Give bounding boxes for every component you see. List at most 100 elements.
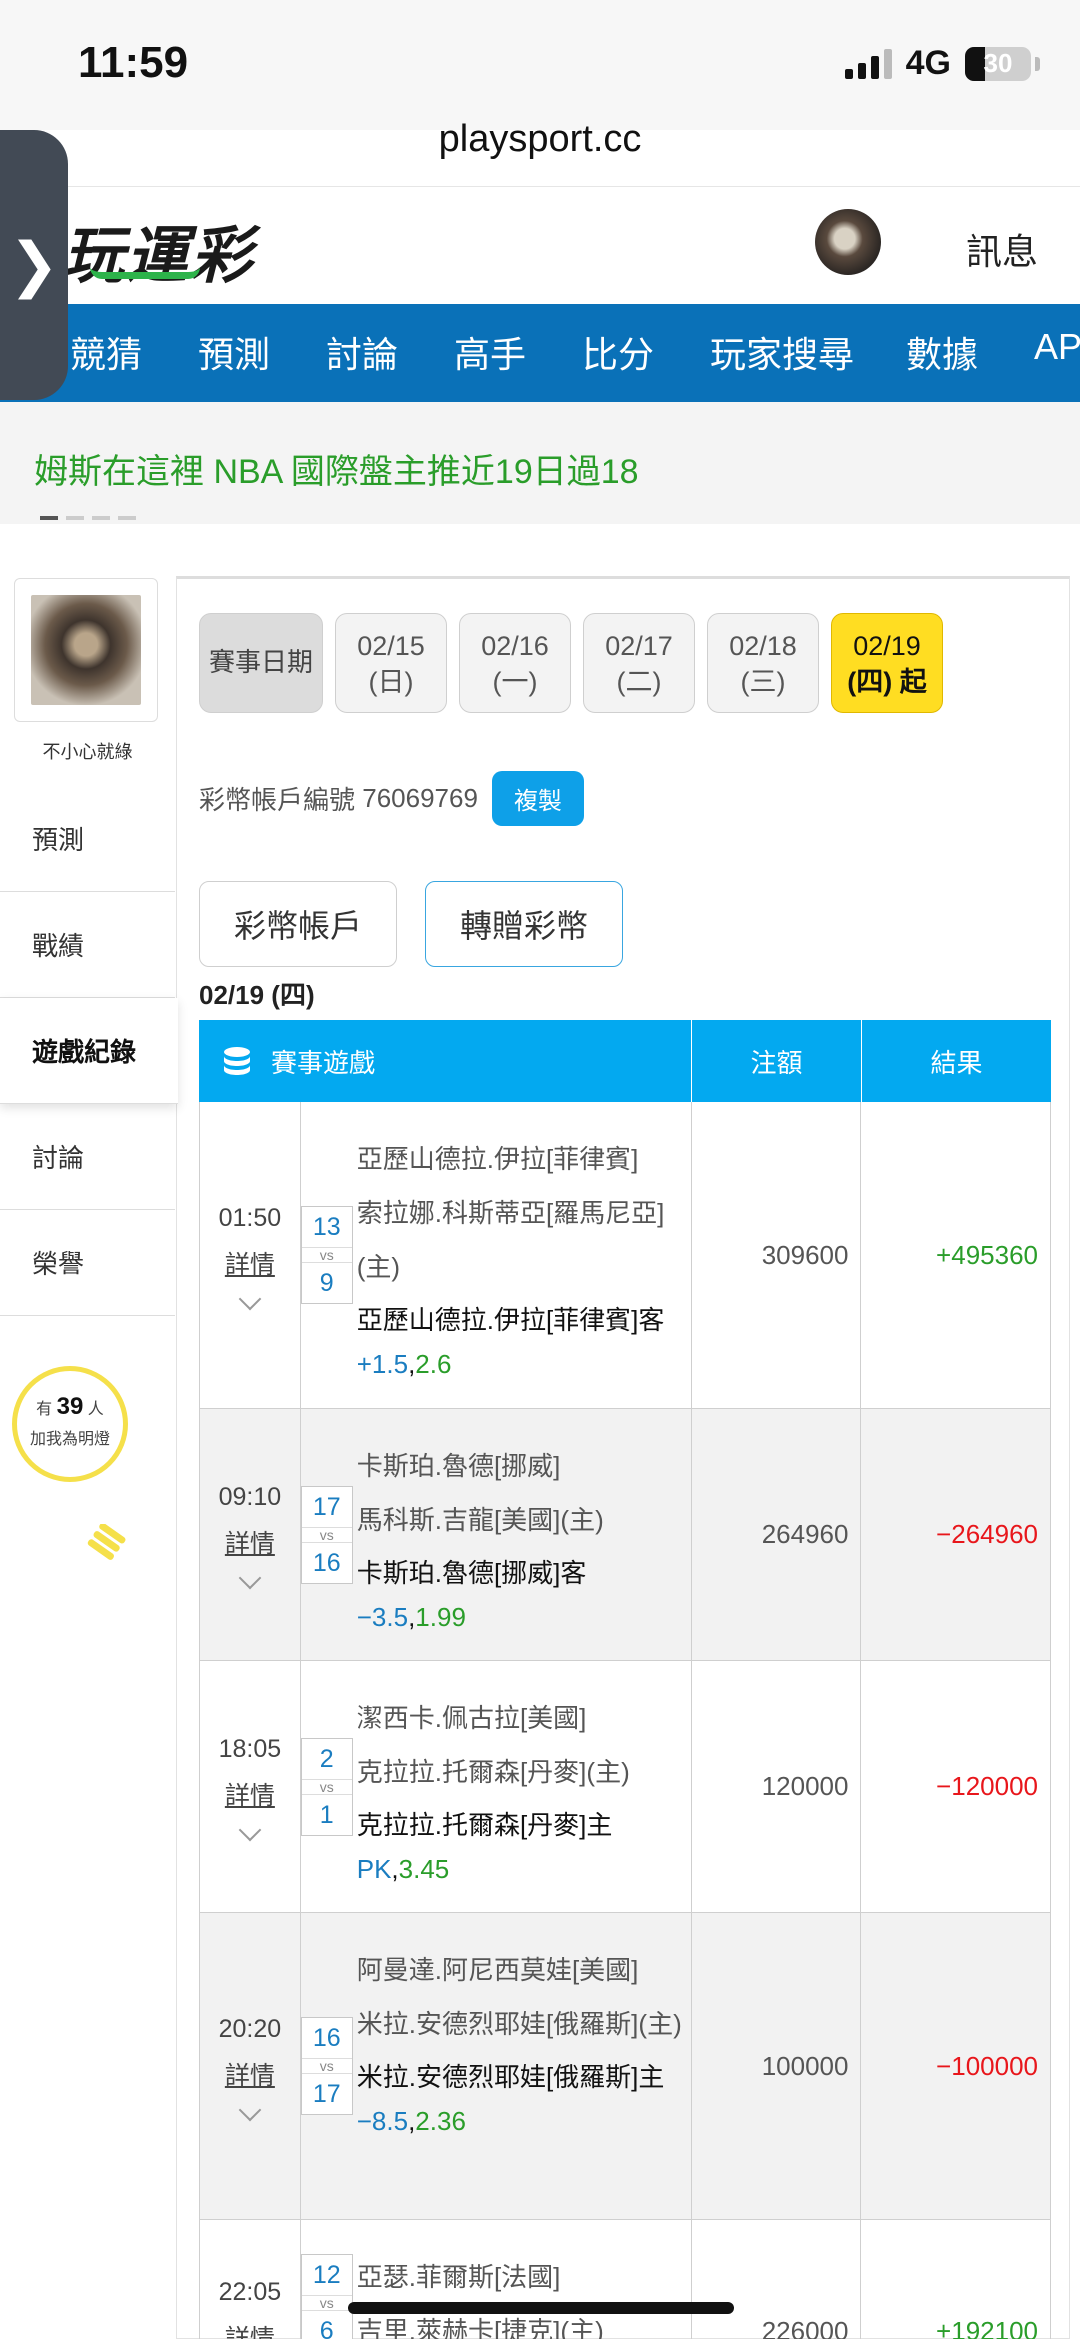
pick-team: 亞歷山德拉.伊拉[菲律賓]客 bbox=[356, 1305, 665, 1335]
vs-label: vs bbox=[301, 1526, 352, 1543]
team-home: 索拉娜.科斯蒂亞[羅馬尼亞](主) bbox=[356, 1198, 665, 1282]
score-box: 12 vs 6 bbox=[300, 2254, 353, 2339]
site-header: 玩運彩 訊息 bbox=[0, 186, 1080, 304]
date-day: (二) bbox=[616, 667, 662, 697]
score-a: 16 bbox=[312, 2024, 341, 2052]
chevron-down-icon[interactable] bbox=[238, 1287, 262, 1310]
pick-odds: 2.36 bbox=[415, 2106, 466, 2136]
home-indicator[interactable] bbox=[348, 2302, 734, 2314]
detail-link[interactable]: 詳情 bbox=[225, 2319, 275, 2339]
copy-button[interactable]: 複製 bbox=[491, 771, 584, 826]
date-selector: 賽事日期 02/15 (日) 02/16 (一) 02/17 (二) 02/18 (三)… bbox=[199, 613, 943, 713]
match-time-cell: 18:05 詳情 bbox=[200, 1661, 301, 1912]
date-day: (三) bbox=[740, 667, 786, 697]
nav-item-experts[interactable]: 高手 bbox=[454, 326, 526, 378]
bet-result: −120000 bbox=[936, 1771, 1038, 1801]
bet-result: +495360 bbox=[936, 1239, 1038, 1270]
battery-tip bbox=[1035, 56, 1040, 71]
side-panel-toggle[interactable]: ❯ bbox=[0, 130, 68, 400]
team-home: 克拉拉.托爾森[丹麥](主) bbox=[356, 1757, 630, 1787]
date-button-selected[interactable]: 02/19 (四) 起 bbox=[831, 613, 943, 713]
status-time: 11:59 bbox=[78, 38, 189, 87]
bulb-prefix: 有 bbox=[36, 1401, 53, 1418]
transfer-coins-button[interactable]: 轉贈彩幣 bbox=[425, 881, 624, 967]
table-row: 20:20 詳情 16 vs 17 阿曼達.阿尼西莫娃[美國] 米拉.安德烈耶娃… bbox=[199, 1913, 1051, 2220]
bet-amount: 264960 bbox=[692, 1409, 862, 1660]
score-box: 13 vs 9 bbox=[300, 1206, 353, 1304]
vs-label: vs bbox=[301, 1247, 352, 1263]
chevron-down-icon[interactable] bbox=[238, 1818, 262, 1842]
score-a: 2 bbox=[319, 1744, 334, 1773]
sidebar: 不小心就綠 預測 戰績 遊戲紀錄 討論 榮譽 有 39 人 加我為明燈 bbox=[0, 524, 178, 2339]
lightbulb-icon bbox=[87, 1524, 126, 1560]
site-logo[interactable]: 玩運彩 bbox=[62, 205, 254, 295]
table-header: 賽事遊戲 注額 結果 bbox=[199, 1020, 1051, 1102]
chevron-down-icon[interactable] bbox=[238, 2098, 262, 2121]
main-nav: 競猜 預測 討論 高手 比分 玩家搜尋 數據 AP bbox=[0, 304, 1080, 402]
pick-team: 克拉拉.托爾森[丹麥]主 bbox=[356, 1810, 613, 1840]
date-value: 02/19 bbox=[853, 631, 921, 661]
detail-link[interactable]: 詳情 bbox=[225, 1245, 275, 1281]
date-button[interactable]: 02/17 (二) bbox=[583, 613, 695, 713]
detail-link[interactable]: 詳情 bbox=[225, 2056, 275, 2092]
sidebar-item-discuss[interactable]: 討論 bbox=[0, 1104, 175, 1210]
game-table: 賽事遊戲 注額 結果 01:50 詳情 13 vs 9 亞歷山德拉.伊拉[菲律賓… bbox=[199, 1020, 1051, 2339]
date-value: 02/15 bbox=[357, 631, 425, 661]
bet-result: +192100 bbox=[936, 2316, 1038, 2339]
battery-level: 30 bbox=[983, 48, 1013, 78]
score-b: 16 bbox=[312, 1548, 341, 1577]
score-cell: 17 vs 16 bbox=[300, 1409, 353, 1660]
coin-account-button[interactable]: 彩幣帳戶 bbox=[199, 881, 398, 967]
signal-icon bbox=[844, 48, 892, 79]
table-row: 22:05 詳情 12 vs 6 亞瑟.菲爾斯[法國] 吉里.萊赫卡[捷克](主… bbox=[199, 2220, 1051, 2339]
team-home: 米拉.安德烈耶娃[俄羅斯](主) bbox=[356, 2009, 682, 2039]
detail-link[interactable]: 詳情 bbox=[225, 1776, 275, 1812]
score-b: 17 bbox=[312, 2080, 341, 2108]
date-day: (一) bbox=[492, 667, 538, 697]
date-button[interactable]: 02/18 (三) bbox=[707, 613, 819, 713]
team-away: 卡斯珀.魯德[挪威] bbox=[356, 1451, 561, 1481]
chevron-right-icon: ❯ bbox=[8, 231, 60, 298]
pick-team: 卡斯珀.魯德[挪威]客 bbox=[356, 1558, 587, 1588]
table-row: 01:50 詳情 13 vs 9 亞歷山德拉.伊拉[菲律賓] 索拉娜.科斯蒂亞[… bbox=[199, 1102, 1051, 1409]
nav-item-predict[interactable]: 預測 bbox=[198, 326, 270, 378]
score-a: 12 bbox=[312, 2261, 341, 2289]
account-tabs: 彩幣帳戶 轉贈彩幣 bbox=[199, 881, 624, 967]
th-result: 結果 bbox=[930, 1047, 983, 1078]
network-label: 4G bbox=[905, 44, 951, 82]
table-row: 18:05 詳情 2 vs 1 潔西卡.佩古拉[美國] 克拉拉.托爾森[丹麥](… bbox=[199, 1661, 1051, 1913]
sidebar-item-game-log[interactable]: 遊戲紀錄 bbox=[0, 998, 178, 1104]
detail-link[interactable]: 詳情 bbox=[225, 1524, 275, 1560]
nav-item-app[interactable]: AP bbox=[1034, 326, 1080, 368]
sidebar-item-honors[interactable]: 榮譽 bbox=[0, 1210, 175, 1316]
bet-pick: 米拉.安德烈耶娃[俄羅斯]主−8.5,2.36 bbox=[357, 2055, 683, 2143]
url-bar[interactable]: playsport.cc bbox=[0, 118, 1080, 161]
messages-link[interactable]: 訊息 bbox=[966, 223, 1038, 275]
team-away: 阿曼達.阿尼西莫娃[美國] bbox=[356, 1955, 639, 1985]
score-b: 9 bbox=[319, 1269, 334, 1297]
team-away: 亞瑟.菲爾斯[法國] bbox=[356, 2262, 561, 2292]
sidebar-item-record[interactable]: 戰績 bbox=[0, 892, 175, 998]
sidebar-item-predict[interactable]: 預測 bbox=[0, 786, 175, 892]
bulb-suffix: 人 bbox=[87, 1401, 104, 1418]
bet-result: −100000 bbox=[936, 2050, 1038, 2081]
nav-item-discuss[interactable]: 討論 bbox=[326, 326, 398, 378]
nav-item-player-search[interactable]: 玩家搜尋 bbox=[710, 326, 854, 378]
date-button[interactable]: 02/15 (日) bbox=[335, 613, 447, 713]
chevron-down-icon[interactable] bbox=[238, 1566, 262, 1590]
news-ticker: 姆斯在這裡 NBA 國際盤主推近19日過18 bbox=[0, 402, 1080, 524]
nav-item-data[interactable]: 數據 bbox=[906, 326, 978, 378]
th-game-label: 賽事遊戲 bbox=[271, 1047, 376, 1078]
profile-avatar[interactable] bbox=[14, 578, 158, 722]
nav-item-scores[interactable]: 比分 bbox=[582, 326, 654, 378]
carousel-dots bbox=[40, 516, 136, 520]
game-log-panel: 賽事日期 02/15 (日) 02/16 (一) 02/17 (二) 02/18 (三)… bbox=[176, 576, 1070, 2339]
match-cell: 亞歷山德拉.伊拉[菲律賓] 索拉娜.科斯蒂亞[羅馬尼亞](主) 亞歷山德拉.伊拉… bbox=[353, 1102, 692, 1408]
nav-item-guess[interactable]: 競猜 bbox=[70, 326, 142, 378]
match-cell: 亞瑟.菲爾斯[法國] 吉里.萊赫卡[捷克](主) bbox=[353, 2220, 692, 2339]
follow-lightbulb-button[interactable]: 有 39 人 加我為明燈 bbox=[12, 1366, 128, 1482]
date-button[interactable]: 02/16 (一) bbox=[459, 613, 571, 713]
user-avatar[interactable] bbox=[815, 209, 881, 275]
status-bar: 11:59 4G 30 bbox=[0, 0, 1080, 130]
ticker-text[interactable]: 姆斯在這裡 NBA 國際盤主推近19日過18 bbox=[34, 444, 639, 493]
